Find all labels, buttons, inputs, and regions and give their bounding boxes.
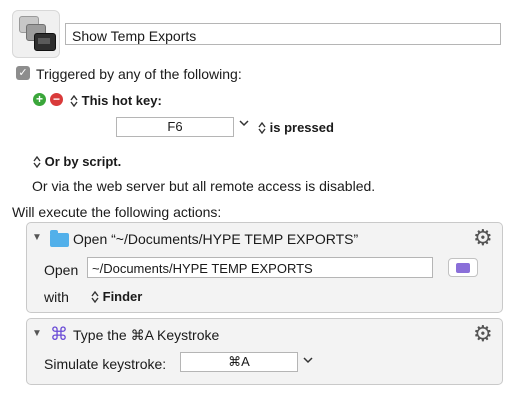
hotkey-dropdown-chevron-icon[interactable] bbox=[239, 118, 249, 130]
choose-folder-button[interactable] bbox=[448, 258, 478, 277]
collapse-triangle-icon[interactable]: ▼ bbox=[32, 232, 42, 243]
hotkey-condition-label: is pressed bbox=[269, 120, 334, 135]
action-keystroke-title: Type the ⌘A Keystroke bbox=[73, 327, 220, 343]
action-open[interactable]: ▼ Open “~/Documents/HYPE TEMP EXPORTS” ⚙… bbox=[26, 222, 503, 313]
keystroke-dropdown-chevron-icon[interactable] bbox=[303, 355, 313, 367]
application-selector[interactable]: Finder bbox=[91, 289, 142, 304]
with-label: with bbox=[44, 289, 69, 305]
action-keystroke[interactable]: ▼ ⌘ Type the ⌘A Keystroke ⚙ Simulate key… bbox=[26, 318, 503, 385]
folder-picker-icon bbox=[456, 263, 470, 273]
gear-icon[interactable]: ⚙ bbox=[473, 227, 493, 249]
hotkey-trigger-selector[interactable]: This hot key: bbox=[70, 93, 162, 108]
script-trigger-selector[interactable]: Or by script. bbox=[33, 154, 121, 169]
script-trigger-label: Or by script. bbox=[44, 154, 122, 169]
gear-icon[interactable]: ⚙ bbox=[473, 323, 493, 345]
macro-icon[interactable] bbox=[12, 10, 60, 58]
updown-icon bbox=[70, 94, 78, 108]
keystroke-field[interactable]: ⌘A bbox=[180, 352, 298, 372]
folder-icon bbox=[50, 230, 69, 247]
hotkey-field[interactable]: F6 bbox=[116, 117, 234, 137]
hotkey-label: This hot key: bbox=[81, 93, 162, 108]
simulate-keystroke-label: Simulate keystroke: bbox=[44, 356, 167, 372]
updown-icon bbox=[91, 290, 99, 304]
actions-header: Will execute the following actions: bbox=[12, 204, 222, 220]
application-name: Finder bbox=[102, 289, 143, 304]
updown-icon bbox=[33, 155, 41, 169]
trigger-label: Triggered by any of the following: bbox=[36, 66, 242, 82]
web-server-text: Or via the web server but all remote acc… bbox=[32, 178, 376, 194]
path-field[interactable]: ~/Documents/HYPE TEMP EXPORTS bbox=[87, 257, 433, 278]
macro-name-field[interactable]: Show Temp Exports bbox=[65, 23, 501, 45]
collapse-triangle-icon[interactable]: ▼ bbox=[32, 328, 42, 339]
updown-icon bbox=[258, 121, 266, 135]
action-open-title: Open “~/Documents/HYPE TEMP EXPORTS” bbox=[73, 231, 359, 247]
open-label: Open bbox=[44, 262, 79, 278]
trigger-checkbox[interactable]: ✓ bbox=[16, 66, 30, 80]
add-trigger-icon[interactable]: + bbox=[33, 93, 46, 106]
remove-trigger-icon[interactable]: − bbox=[50, 93, 63, 106]
hotkey-condition-selector[interactable]: is pressed bbox=[258, 120, 334, 135]
command-key-icon: ⌘ bbox=[50, 324, 68, 344]
